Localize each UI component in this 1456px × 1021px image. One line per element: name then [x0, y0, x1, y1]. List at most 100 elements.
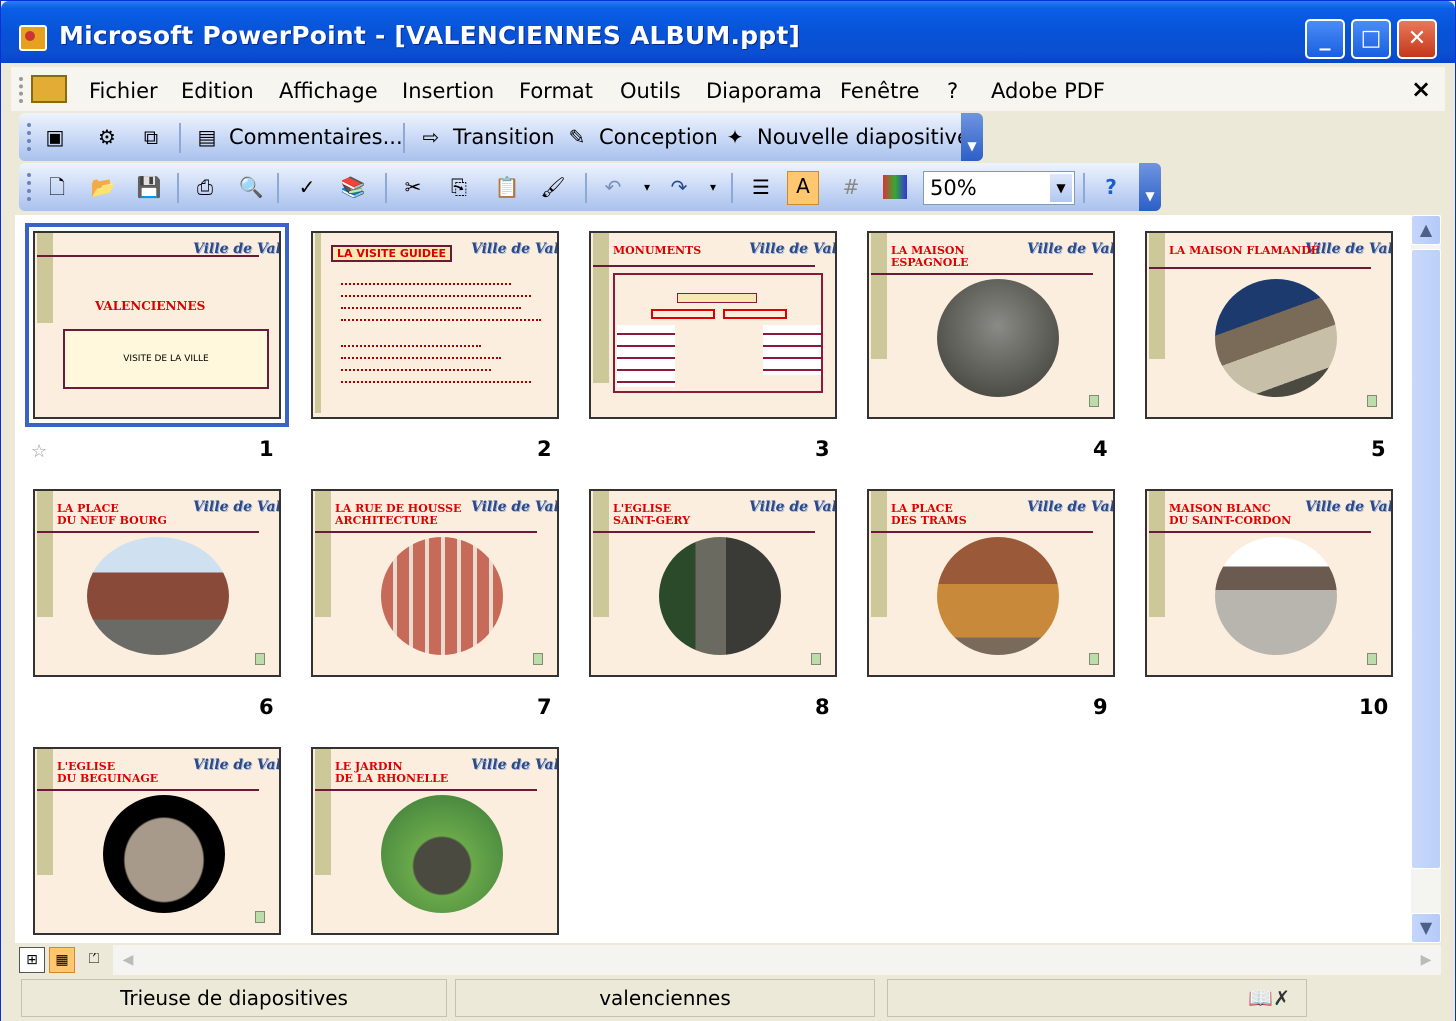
- scroll-left-icon[interactable]: ◀: [113, 945, 143, 975]
- menu-adobe-pdf[interactable]: Adobe PDF: [991, 79, 1105, 103]
- slide-thumbnail-6[interactable]: Ville de Valenciennes LA PLACE DU NEUF B…: [33, 489, 281, 677]
- slide-number: 5: [1371, 437, 1386, 461]
- menu-fichier[interactable]: Fichier: [89, 79, 158, 103]
- slide-title: LA VISITE GUIDEE: [331, 245, 453, 262]
- slide-number: 4: [1093, 437, 1108, 461]
- help-icon[interactable]: ?: [1097, 173, 1125, 201]
- close-button[interactable]: ✕: [1397, 19, 1437, 59]
- research-icon[interactable]: 📚: [339, 173, 367, 201]
- copy-icon[interactable]: ⎘: [445, 173, 473, 201]
- slide-thumbnail-3[interactable]: Ville de Valenciennes MONUMENTS: [589, 231, 837, 419]
- status-bar: Trieuse de diapositives valenciennes 📖✗: [1, 977, 1455, 1021]
- redo-icon[interactable]: ↷: [665, 173, 693, 201]
- normal-view-icon[interactable]: ⊞: [19, 947, 45, 973]
- new-document-icon[interactable]: 🗋: [43, 173, 71, 201]
- menu-help[interactable]: ?: [947, 79, 958, 103]
- slide-thumbnail-12[interactable]: Ville de Valenciennes LE JARDIN DE LA RH…: [311, 747, 559, 935]
- chevron-down-icon[interactable]: ▼: [1050, 174, 1072, 202]
- separator: [385, 173, 387, 203]
- powerpoint-icon[interactable]: [19, 25, 47, 51]
- menu-format[interactable]: Format: [519, 79, 593, 103]
- menu-diaporama[interactable]: Diaporama: [706, 79, 822, 103]
- save-icon[interactable]: 💾: [135, 173, 163, 201]
- spelling-check-icon[interactable]: 📖✗: [1248, 980, 1290, 1016]
- slide-thumbnail-8[interactable]: Ville de Valenciennes L'EGLISE SAINT-GER…: [589, 489, 837, 677]
- menu-outils[interactable]: Outils: [620, 79, 681, 103]
- new-slide-button[interactable]: Nouvelle diapositive: [757, 125, 970, 149]
- slide-thumbnail-11[interactable]: Ville de Valenciennes L'EGLISE DU BEGUIN…: [33, 747, 281, 935]
- slide-photo: [937, 279, 1059, 397]
- scroll-thumb[interactable]: [1411, 249, 1441, 869]
- slide-number: 3: [815, 437, 830, 461]
- undo-icon[interactable]: ↶: [599, 173, 627, 201]
- open-folder-icon[interactable]: 📂: [89, 173, 117, 201]
- transition-button[interactable]: Transition: [453, 125, 555, 149]
- document-icon[interactable]: [31, 75, 67, 103]
- cut-icon[interactable]: ✂: [399, 173, 427, 201]
- expand-all-icon[interactable]: ☰: [747, 173, 775, 201]
- separator: [585, 173, 587, 203]
- slide-number: 1: [259, 437, 274, 461]
- menu-affichage[interactable]: Affichage: [279, 79, 378, 103]
- slide-thumbnail-1[interactable]: Ville de Valenciennes VALENCIENNES VISIT…: [25, 223, 289, 427]
- vertical-scrollbar[interactable]: ▲ ▼: [1411, 215, 1441, 943]
- paste-icon[interactable]: 📋: [493, 173, 521, 201]
- links-icon[interactable]: ⚙: [93, 123, 121, 151]
- grid-icon[interactable]: #: [837, 173, 865, 201]
- slide-show-view-icon[interactable]: ⏍: [81, 947, 107, 973]
- slide-thumbnail-9[interactable]: Ville de Valenciennes LA PLACE DES TRAMS: [867, 489, 1115, 677]
- slide-title: LA PLACE DES TRAMS: [891, 502, 967, 527]
- logo: Ville de Valenciennes: [749, 241, 837, 257]
- print-preview-icon[interactable]: 🔍: [237, 173, 265, 201]
- slide-title: LA MAISON ESPAGNOLE: [891, 244, 969, 269]
- menu-edition[interactable]: Edition: [181, 79, 254, 103]
- separator: [277, 173, 279, 203]
- slide-thumbnail-5[interactable]: Ville de Valenciennes LA MAISON FLAMANDE: [1145, 231, 1393, 419]
- scroll-up-icon[interactable]: ▲: [1411, 215, 1441, 245]
- design-button[interactable]: Conception: [599, 125, 718, 149]
- slide-subtitle: VISITE DE LA VILLE: [63, 329, 269, 389]
- toolbar-options-chevron-icon[interactable]: ▼: [1139, 163, 1161, 211]
- slide-title: L'EGLISE SAINT-GERY: [613, 502, 691, 527]
- slide-number: 9: [1093, 695, 1108, 719]
- logo: Ville de Valenciennes: [749, 499, 837, 515]
- toolbar-grip[interactable]: [27, 173, 31, 201]
- separator: [403, 123, 405, 153]
- undo-dropdown-icon[interactable]: ▾: [633, 173, 661, 201]
- toolbar-grip[interactable]: [27, 123, 31, 151]
- redo-dropdown-icon[interactable]: ▾: [699, 173, 727, 201]
- print-icon[interactable]: ⎙: [191, 173, 219, 201]
- slide-sorter-view-icon[interactable]: ▦: [49, 947, 75, 973]
- slide-title: MAISON BLANC DU SAINT-CORDON: [1169, 502, 1292, 527]
- spelling-icon[interactable]: ✓: [293, 173, 321, 201]
- slide-photo: [659, 537, 781, 655]
- maximize-button[interactable]: □: [1351, 19, 1391, 59]
- toolbar-options-chevron-icon[interactable]: ▼: [961, 113, 983, 161]
- slide-number: 7: [537, 695, 552, 719]
- slide-title: LE JARDIN DE LA RHONELLE: [335, 760, 449, 785]
- show-formatting-icon[interactable]: A: [787, 171, 819, 205]
- menu-grip[interactable]: [19, 77, 23, 103]
- logo: Ville de Valenciennes: [1305, 499, 1393, 515]
- scroll-down-icon[interactable]: ▼: [1411, 913, 1441, 943]
- menu-fenetre[interactable]: Fenêtre: [840, 79, 919, 103]
- slide-show-icon[interactable]: ▣: [41, 123, 69, 151]
- zoom-combobox[interactable]: 50% ▼: [923, 171, 1075, 205]
- scroll-right-icon[interactable]: ▶: [1411, 945, 1441, 975]
- slide-thumbnail-7[interactable]: Ville de Valenciennes LA RUE DE HOUSSE A…: [311, 489, 559, 677]
- menu-insertion[interactable]: Insertion: [402, 79, 494, 103]
- title-bar[interactable]: Microsoft PowerPoint - [VALENCIENNES ALB…: [1, 1, 1455, 63]
- slide-thumbnail-2[interactable]: Ville de Valenciennes LA VISITE GUIDEE: [311, 231, 559, 419]
- slide-thumbnail-10[interactable]: Ville de Valenciennes MAISON BLANC DU SA…: [1145, 489, 1393, 677]
- color-grayscale-icon[interactable]: [883, 175, 907, 199]
- format-painter-icon[interactable]: 🖌: [539, 173, 567, 201]
- close-document-icon[interactable]: ×: [1411, 75, 1431, 103]
- duplicate-icon[interactable]: ⧉: [137, 123, 165, 151]
- horizontal-scrollbar[interactable]: ◀ ▶: [113, 945, 1441, 975]
- separator: [1083, 173, 1085, 203]
- slide-thumbnail-4[interactable]: Ville de Valenciennes LA MAISON ESPAGNOL…: [867, 231, 1115, 419]
- comments-button[interactable]: Commentaires...: [229, 125, 403, 149]
- minimize-button[interactable]: _: [1305, 19, 1345, 59]
- animation-star-icon[interactable]: ☆: [31, 441, 47, 462]
- slide-number: 2: [537, 437, 552, 461]
